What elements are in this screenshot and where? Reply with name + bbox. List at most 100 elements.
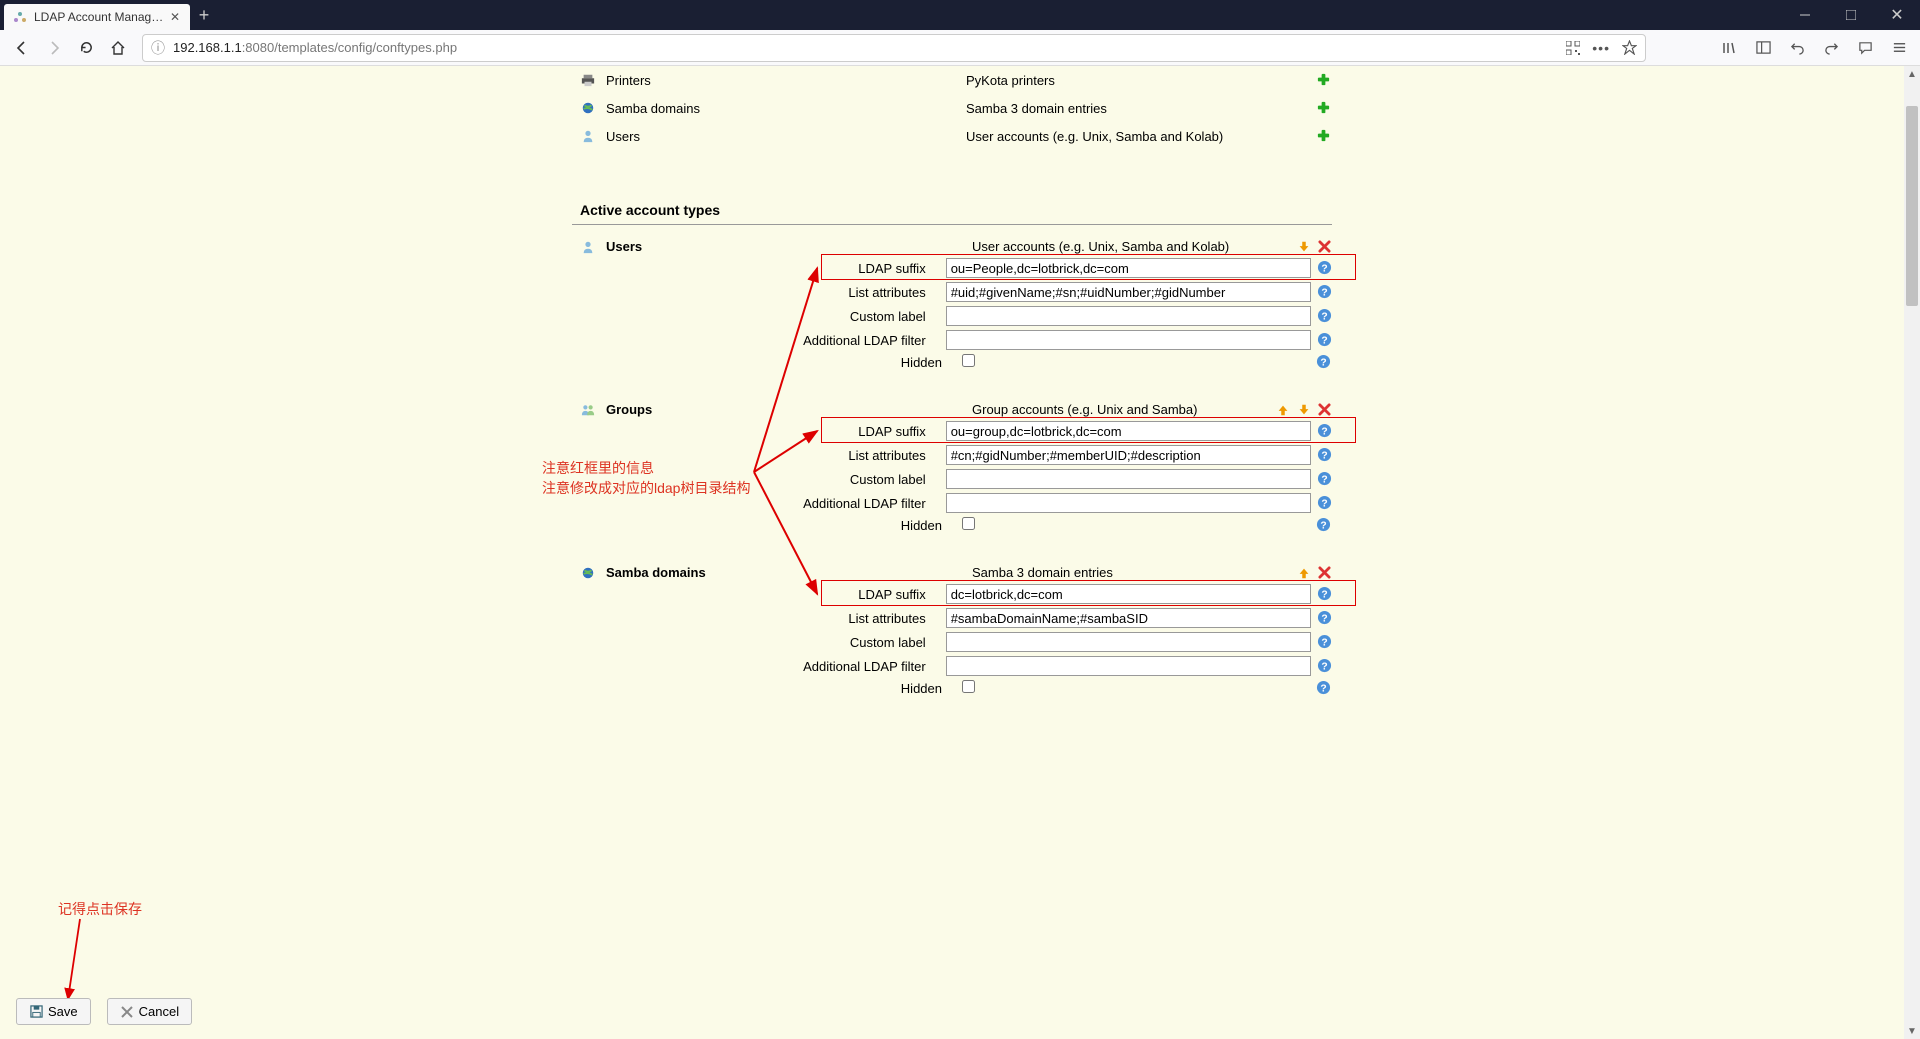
menu-icon[interactable] <box>1884 33 1914 63</box>
group-icon <box>580 403 596 417</box>
delete-type-button[interactable] <box>1317 565 1332 580</box>
ldap-suffix-input[interactable] <box>946 258 1311 278</box>
field-row-list-attributes: List attributes? <box>572 606 1332 630</box>
move-up-button[interactable] <box>1296 565 1311 580</box>
ldap-suffix-input[interactable] <box>946 584 1311 604</box>
cancel-button[interactable]: Cancel <box>107 998 192 1025</box>
page-actions-icon[interactable]: ••• <box>1592 40 1610 56</box>
available-type-row: UsersUser accounts (e.g. Unix, Samba and… <box>572 122 1332 150</box>
field-label: Hidden <box>572 681 962 696</box>
help-icon[interactable]: ? <box>1317 308 1332 324</box>
field-label: Custom label <box>572 635 946 650</box>
custom-label-input[interactable] <box>946 469 1311 489</box>
active-types-heading: Active account types <box>572 190 1332 225</box>
home-button[interactable] <box>102 33 134 63</box>
help-icon[interactable]: ? <box>1317 423 1332 439</box>
field-label: Additional LDAP filter <box>572 659 946 674</box>
move-down-button[interactable] <box>1296 402 1311 417</box>
field-label: Hidden <box>572 355 962 370</box>
library-icon[interactable] <box>1714 33 1744 63</box>
active-type-header: Samba domainsSamba 3 domain entries <box>572 563 1332 582</box>
field-row-ldap-suffix: LDAP suffix? <box>572 582 1332 606</box>
list-attributes-input[interactable] <box>946 445 1311 465</box>
redo-icon[interactable] <box>1816 33 1846 63</box>
additional-filter-input[interactable] <box>946 656 1311 676</box>
url-bar[interactable]: ⓘ 192.168.1.1:8080/templates/config/conf… <box>142 34 1646 62</box>
additional-filter-input[interactable] <box>946 493 1311 513</box>
user-icon <box>580 240 596 254</box>
url-text: 192.168.1.1:8080/templates/config/confty… <box>173 40 457 55</box>
hidden-checkbox[interactable] <box>962 680 975 693</box>
available-type-desc: PyKota printers <box>966 73 1316 88</box>
svg-text:?: ? <box>1321 474 1327 485</box>
field-row-ldap-suffix: LDAP suffix? <box>572 256 1332 280</box>
add-type-button[interactable] <box>1316 72 1332 88</box>
save-button[interactable]: Save <box>16 998 91 1025</box>
svg-text:?: ? <box>1321 498 1327 509</box>
close-window-button[interactable]: ✕ <box>1874 0 1920 30</box>
svg-text:?: ? <box>1321 450 1327 461</box>
toolbar-icons <box>1714 33 1914 63</box>
delete-type-button[interactable] <box>1317 239 1332 254</box>
active-type-name: Users <box>606 239 972 254</box>
back-button[interactable] <box>6 33 38 63</box>
list-attributes-input[interactable] <box>946 282 1311 302</box>
undo-icon[interactable] <box>1782 33 1812 63</box>
new-tab-button[interactable]: + <box>190 1 218 29</box>
bookmark-icon[interactable] <box>1622 40 1637 55</box>
help-icon[interactable]: ? <box>1317 447 1332 463</box>
help-icon[interactable]: ? <box>1317 284 1332 300</box>
globe-icon <box>580 566 596 580</box>
svg-text:?: ? <box>1321 661 1327 672</box>
field-row-custom-label: Custom label? <box>572 467 1332 491</box>
help-icon[interactable]: ? <box>1317 658 1332 674</box>
field-label: List attributes <box>572 285 946 300</box>
tab-close-icon[interactable]: ✕ <box>168 10 182 24</box>
help-icon[interactable]: ? <box>1317 260 1332 276</box>
field-row-custom-label: Custom label? <box>572 304 1332 328</box>
scrollbar-down-icon[interactable]: ▼ <box>1904 1023 1920 1039</box>
sidebar-icon[interactable] <box>1748 33 1778 63</box>
custom-label-input[interactable] <box>946 306 1311 326</box>
scrollbar[interactable]: ▲ ▼ <box>1904 66 1920 1039</box>
help-icon[interactable]: ? <box>1317 610 1332 626</box>
chat-icon[interactable] <box>1850 33 1880 63</box>
help-icon[interactable]: ? <box>1316 680 1332 696</box>
browser-navbar: ⓘ 192.168.1.1:8080/templates/config/conf… <box>0 30 1920 66</box>
ldap-suffix-input[interactable] <box>946 421 1311 441</box>
tab-strip: LDAP Account Manager Con ✕ + <box>0 0 218 30</box>
active-type-block: UsersUser accounts (e.g. Unix, Samba and… <box>572 237 1332 372</box>
help-icon[interactable]: ? <box>1317 332 1332 348</box>
help-icon[interactable]: ? <box>1317 471 1332 487</box>
svg-text:?: ? <box>1321 613 1327 624</box>
additional-filter-input[interactable] <box>946 330 1311 350</box>
cancel-icon <box>120 1005 134 1019</box>
move-down-button[interactable] <box>1296 239 1311 254</box>
add-type-button[interactable] <box>1316 100 1332 116</box>
help-icon[interactable]: ? <box>1317 495 1332 511</box>
help-icon[interactable]: ? <box>1316 517 1332 533</box>
qr-icon[interactable] <box>1566 41 1580 55</box>
minimize-button[interactable] <box>1782 0 1828 30</box>
delete-type-button[interactable] <box>1317 402 1332 417</box>
window-controls: ✕ <box>1782 0 1920 30</box>
svg-text:?: ? <box>1321 637 1327 648</box>
help-icon[interactable]: ? <box>1316 354 1332 370</box>
browser-tab[interactable]: LDAP Account Manager Con ✕ <box>4 4 190 30</box>
add-type-button[interactable] <box>1316 128 1332 144</box>
available-type-row: Samba domainsSamba 3 domain entries <box>572 94 1332 122</box>
scrollbar-thumb[interactable] <box>1906 106 1918 306</box>
field-row-list-attributes: List attributes? <box>572 280 1332 304</box>
move-up-button[interactable] <box>1275 402 1290 417</box>
help-icon[interactable]: ? <box>1317 634 1332 650</box>
custom-label-input[interactable] <box>946 632 1311 652</box>
forward-button[interactable] <box>38 33 70 63</box>
site-info-icon[interactable]: ⓘ <box>151 38 165 58</box>
maximize-button[interactable] <box>1828 0 1874 30</box>
list-attributes-input[interactable] <box>946 608 1311 628</box>
hidden-checkbox[interactable] <box>962 517 975 530</box>
reload-button[interactable] <box>70 33 102 63</box>
scrollbar-up-icon[interactable]: ▲ <box>1904 66 1920 82</box>
help-icon[interactable]: ? <box>1317 586 1332 602</box>
hidden-checkbox[interactable] <box>962 354 975 367</box>
